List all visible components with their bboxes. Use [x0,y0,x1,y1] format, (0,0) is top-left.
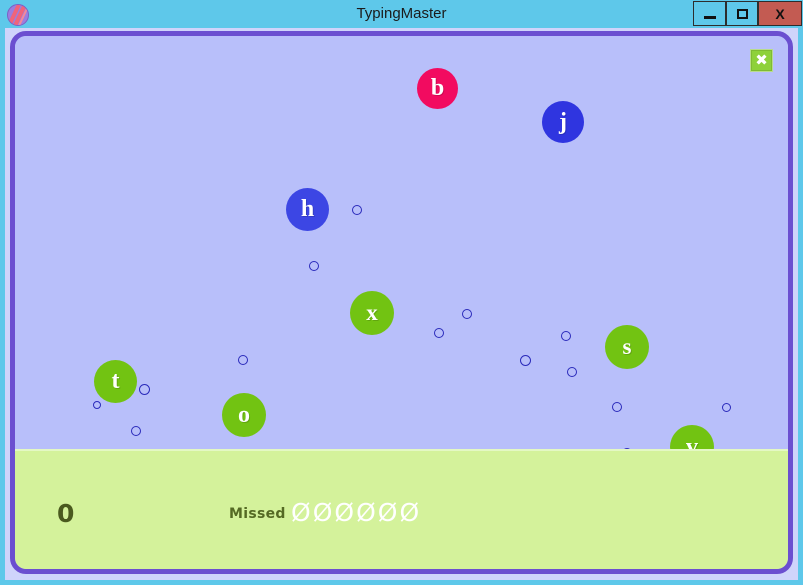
letter-bubble[interactable]: h [286,188,329,231]
small-bubble-dot [520,355,531,366]
missed-slot: Ø [291,498,311,527]
small-bubble-dot [567,367,577,377]
small-bubble-dot [131,426,141,436]
panel-backdrop: ✖ bjhxstovw 0 Missed ØØØØØØ Next Cancel … [5,28,798,580]
small-bubble-dot [93,401,101,409]
small-bubble-dot [561,331,571,341]
missed-slots: ØØØØØØ [291,500,419,525]
exit-game-button[interactable]: ✖ [750,49,773,72]
missed-slot: Ø [356,498,376,527]
letter-bubble[interactable]: o [222,393,266,437]
close-window-button[interactable]: X [758,1,802,26]
window-title: TypingMaster [356,5,447,22]
letter-bubble[interactable]: x [350,291,394,335]
minimize-button[interactable] [693,1,726,26]
small-bubble-dot [722,403,731,412]
letter-bubble[interactable]: j [542,101,584,143]
score-value: 0 [57,499,75,528]
missed-label: Missed [229,506,286,522]
missed-slot: Ø [312,498,333,527]
maximize-icon [736,8,748,19]
small-bubble-dot [434,328,444,338]
letter-bubble[interactable]: s [605,325,649,369]
small-bubble-dot [309,261,319,271]
missed-slot: Ø [334,498,355,527]
small-bubble-dot [352,205,362,215]
missed-slot: Ø [377,498,398,527]
small-bubble-dot [238,355,248,365]
title-bar: TypingMaster X [0,0,803,28]
status-bar: 0 Missed ØØØØØØ Next Cancel WebForPC [15,449,788,569]
small-bubble-dot [139,384,150,395]
window-body: ✖ bjhxstovw 0 Missed ØØØØØØ Next Cancel … [0,28,803,585]
minimize-icon [703,15,716,19]
missed-slot: Ø [399,498,420,527]
maximize-button[interactable] [726,1,758,26]
letter-bubble[interactable]: t [94,360,137,403]
letter-bubble[interactable]: b [417,68,458,109]
small-bubble-dot [462,309,472,319]
game-field: ✖ bjhxstovw [15,36,788,461]
game-panel: ✖ bjhxstovw 0 Missed ØØØØØØ Next Cancel … [10,31,793,574]
small-bubble-dot [612,402,622,412]
